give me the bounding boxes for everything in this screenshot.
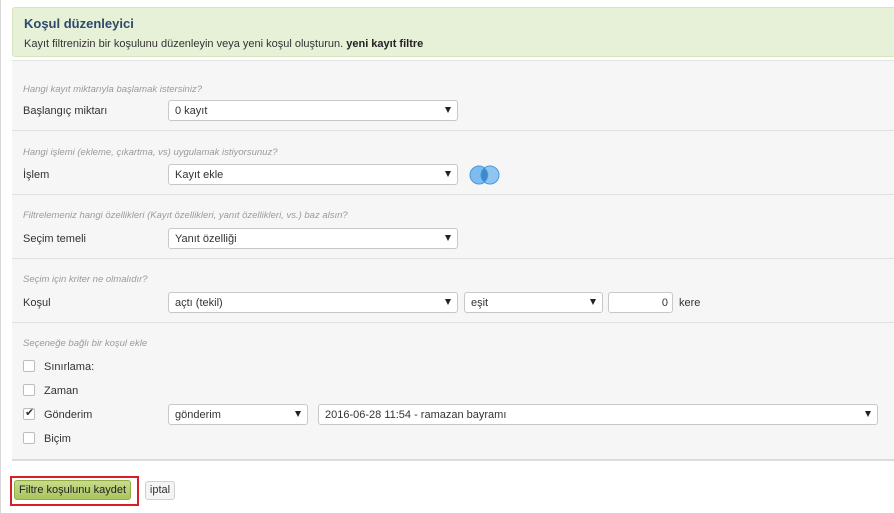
send-type-select[interactable]: gönderim bbox=[168, 404, 308, 425]
unit-label: kere bbox=[679, 297, 701, 309]
operation-select[interactable]: Kayıt ekle bbox=[168, 164, 458, 185]
format-checkbox[interactable] bbox=[23, 432, 35, 444]
count-value: 0 bbox=[661, 297, 668, 309]
criteria-question: Seçim için kriter ne olmalıdır? bbox=[23, 274, 148, 285]
operation-label: İşlem bbox=[23, 169, 50, 181]
start-label: Başlangıç miktarı bbox=[23, 105, 108, 117]
basis-value: Yanıt özelliği bbox=[175, 233, 237, 245]
start-amount-value: 0 kayıt bbox=[175, 105, 208, 117]
basis-label: Seçim temeli bbox=[23, 233, 86, 245]
subtitle-text: Kayıt filtrenizin bir koşulunu düzenleyi… bbox=[24, 38, 344, 50]
criteria-value: açtı (tekil) bbox=[175, 297, 223, 309]
operator-value: eşit bbox=[471, 297, 489, 309]
divider bbox=[12, 194, 894, 195]
chevron-down-icon bbox=[445, 235, 451, 241]
limit-label: Sınırlama: bbox=[44, 361, 95, 373]
send-item-select[interactable]: 2016-06-28 11:54 - ramazan bayramı bbox=[318, 404, 878, 425]
chevron-down-icon bbox=[590, 299, 596, 305]
criteria-select[interactable]: açtı (tekil) bbox=[168, 292, 458, 313]
chevron-down-icon bbox=[445, 107, 451, 113]
basis-select[interactable]: Yanıt özelliği bbox=[168, 228, 458, 249]
filter-name: yeni kayıt filtre bbox=[346, 38, 424, 50]
count-input[interactable]: 0 bbox=[608, 292, 673, 313]
save-filter-button[interactable]: Filtre koşulunu kaydet bbox=[14, 480, 131, 500]
page-subtitle: Kayıt filtrenizin bir koşulunu düzenleyi… bbox=[24, 38, 423, 50]
operation-value: Kayıt ekle bbox=[175, 169, 224, 181]
venn-diagram-icon[interactable] bbox=[468, 165, 502, 185]
chevron-down-icon bbox=[865, 411, 871, 417]
start-amount-select[interactable]: 0 kayıt bbox=[168, 100, 458, 121]
operation-question: Hangi işlemi (ekleme, çıkartma, vs) uygu… bbox=[23, 147, 278, 158]
format-label: Biçim bbox=[44, 433, 71, 445]
limit-checkbox[interactable] bbox=[23, 360, 35, 372]
header-banner: Koşul düzenleyici Kayıt filtrenizin bir … bbox=[12, 7, 894, 57]
divider bbox=[12, 322, 894, 323]
time-checkbox[interactable] bbox=[23, 384, 35, 396]
divider bbox=[12, 258, 894, 259]
chevron-down-icon bbox=[445, 171, 451, 177]
time-label: Zaman bbox=[44, 385, 79, 397]
send-label: Gönderim bbox=[44, 409, 93, 421]
page-title: Koşul düzenleyici bbox=[24, 16, 134, 31]
send-item-value: 2016-06-28 11:54 - ramazan bayramı bbox=[325, 409, 507, 421]
cancel-button[interactable]: iptal bbox=[145, 481, 175, 500]
condition-editor: Koşul düzenleyici Kayıt filtrenizin bir … bbox=[0, 0, 894, 513]
criteria-label: Koşul bbox=[23, 297, 51, 309]
chevron-down-icon bbox=[445, 299, 451, 305]
operator-select[interactable]: eşit bbox=[464, 292, 603, 313]
divider bbox=[12, 130, 894, 131]
checkmark-icon: ✔ bbox=[25, 407, 35, 419]
send-checkbox[interactable]: ✔ bbox=[23, 407, 35, 420]
chevron-down-icon bbox=[295, 411, 301, 417]
sub-question: Seçeneğe bağlı bir koşul ekle bbox=[23, 338, 148, 349]
send-type-value: gönderim bbox=[175, 409, 221, 421]
basis-question: Filtrelemeniz hangi özellikleri (Kayıt ö… bbox=[23, 210, 348, 221]
start-question: Hangi kayıt miktarıyla başlamak istersin… bbox=[23, 84, 202, 95]
